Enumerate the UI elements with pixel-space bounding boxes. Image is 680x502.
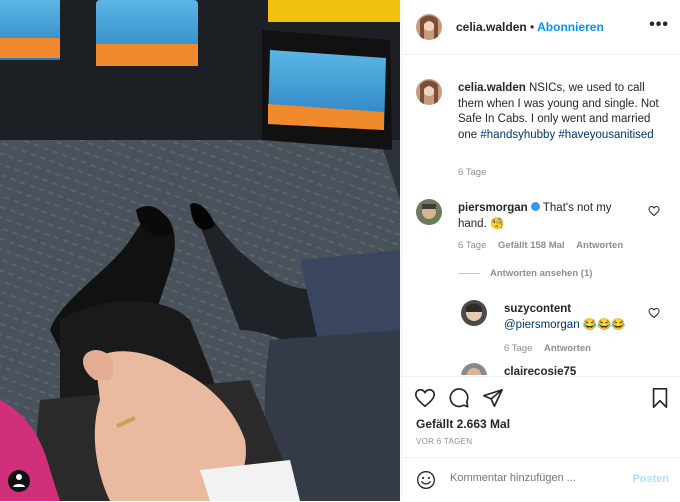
reply: suzycontent @piersmorgan 😂😂😂 (504, 302, 644, 333)
follow-button[interactable]: Abonnieren (537, 20, 604, 34)
comment-likes[interactable]: Gefällt 158 Mal (498, 240, 565, 251)
comment-icon[interactable] (448, 387, 470, 409)
caption-meta: 6 Tage (458, 167, 495, 178)
like-reply-heart-icon[interactable] (648, 307, 660, 319)
caption-time[interactable]: 6 Tage (458, 167, 486, 178)
reply-meta: 6 Tage Antworten (504, 343, 600, 354)
caption-username[interactable]: celia.walden (458, 82, 526, 94)
emoji-icon[interactable] (416, 470, 436, 490)
post-panel: celia.walden • Abonnieren ••• celia.wald… (401, 0, 680, 501)
post-photo[interactable] (0, 0, 400, 501)
reply-button[interactable]: Antworten (576, 240, 623, 251)
mention-link[interactable]: @piersmorgan (504, 319, 580, 331)
author-avatar[interactable] (416, 14, 442, 40)
verified-badge-icon (530, 202, 540, 212)
comments-list[interactable]: celia.walden NSICs, we used to call them… (402, 55, 680, 375)
post-comment-button[interactable]: Posten (632, 473, 669, 485)
view-replies-label[interactable]: Antworten ansehen (1) (490, 268, 592, 279)
like-comment-heart-icon[interactable] (648, 205, 660, 217)
reply-avatar[interactable] (461, 300, 487, 326)
caption: celia.walden NSICs, we used to call them… (458, 81, 668, 143)
heart-icon[interactable] (414, 387, 436, 409)
more-horizontal-icon[interactable]: ••• (649, 16, 669, 34)
post-header: celia.walden • Abonnieren ••• (402, 0, 680, 55)
comment-username[interactable]: piersmorgan (458, 202, 528, 214)
view-replies[interactable]: Antworten ansehen (1) (458, 268, 592, 279)
commenter-avatar[interactable] (416, 199, 442, 225)
author-username[interactable]: celia.walden (456, 20, 527, 34)
commenter-avatar[interactable] (461, 363, 487, 375)
hashtag-link[interactable]: #haveyousanitised (558, 129, 653, 141)
reply-time[interactable]: 6 Tage (504, 343, 532, 354)
caption-avatar[interactable] (416, 79, 442, 105)
hashtag-link[interactable]: #handsyhubby (480, 129, 555, 141)
comment: clairecosie75 (504, 365, 644, 375)
header-row: celia.walden • Abonnieren (456, 20, 604, 34)
share-icon[interactable] (482, 387, 504, 409)
comment: piersmorgan That's not my hand. 🧐 (458, 201, 638, 232)
reply-username[interactable]: suzycontent (504, 303, 571, 315)
add-comment-bar: Posten (402, 457, 680, 502)
comment-username[interactable]: clairecosie75 (504, 366, 576, 375)
replies-divider (458, 272, 480, 274)
header-separator: • (530, 20, 535, 34)
bookmark-icon[interactable] (650, 387, 670, 409)
comment-meta: 6 Tage Gefällt 158 Mal Antworten (458, 240, 632, 251)
likes-count[interactable]: Gefällt 2.663 Mal (416, 417, 510, 431)
reply-text: 😂😂😂 (582, 318, 626, 331)
post-actions: Gefällt 2.663 Mal VOR 6 TAGEN (402, 376, 680, 457)
comment-input[interactable] (448, 471, 622, 485)
reply-button[interactable]: Antworten (544, 343, 591, 354)
post-date[interactable]: VOR 6 TAGEN (416, 437, 472, 446)
photo-illustration (0, 0, 400, 501)
comment-time[interactable]: 6 Tage (458, 240, 486, 251)
